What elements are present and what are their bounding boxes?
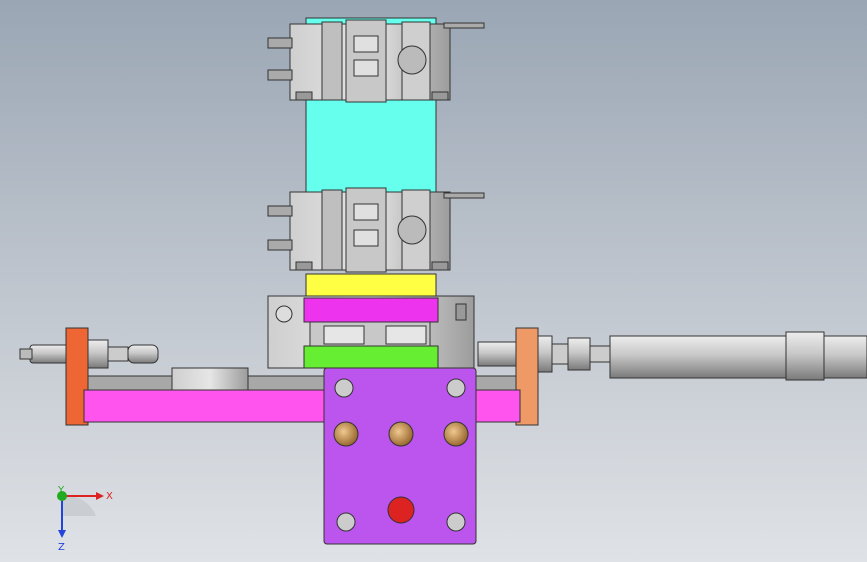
center-locating-pin	[387, 496, 415, 524]
left-air-cylinder[interactable]	[19, 339, 159, 369]
y-axis-label: Y	[57, 485, 65, 496]
brass-screw	[333, 421, 359, 447]
top-rotary-actuator[interactable]	[267, 19, 485, 103]
cyan-spacer-block	[305, 97, 437, 195]
slide-guides	[309, 321, 431, 347]
plate-corner-hole	[446, 512, 466, 532]
plate-corner-hole	[446, 378, 466, 398]
purple-mounting-plate[interactable]	[323, 367, 477, 545]
z-axis-label: Z	[58, 542, 65, 553]
x-axis-label: X	[106, 491, 113, 502]
green-slide-block	[303, 345, 439, 369]
cad-graphics-viewport[interactable]: X Y Z	[0, 0, 867, 562]
brass-screw	[443, 421, 469, 447]
plate-corner-hole	[336, 512, 356, 532]
plate-corner-hole	[334, 378, 354, 398]
coordinate-triad-icon: X Y Z	[57, 485, 113, 553]
magenta-slide-block	[303, 297, 439, 323]
left-clamp-block[interactable]	[171, 367, 249, 391]
assembly-model-view[interactable]: X Y Z	[0, 0, 867, 562]
yellow-spacer-block	[305, 273, 437, 299]
brass-screw	[388, 421, 414, 447]
lower-rotary-actuator[interactable]	[267, 187, 485, 273]
